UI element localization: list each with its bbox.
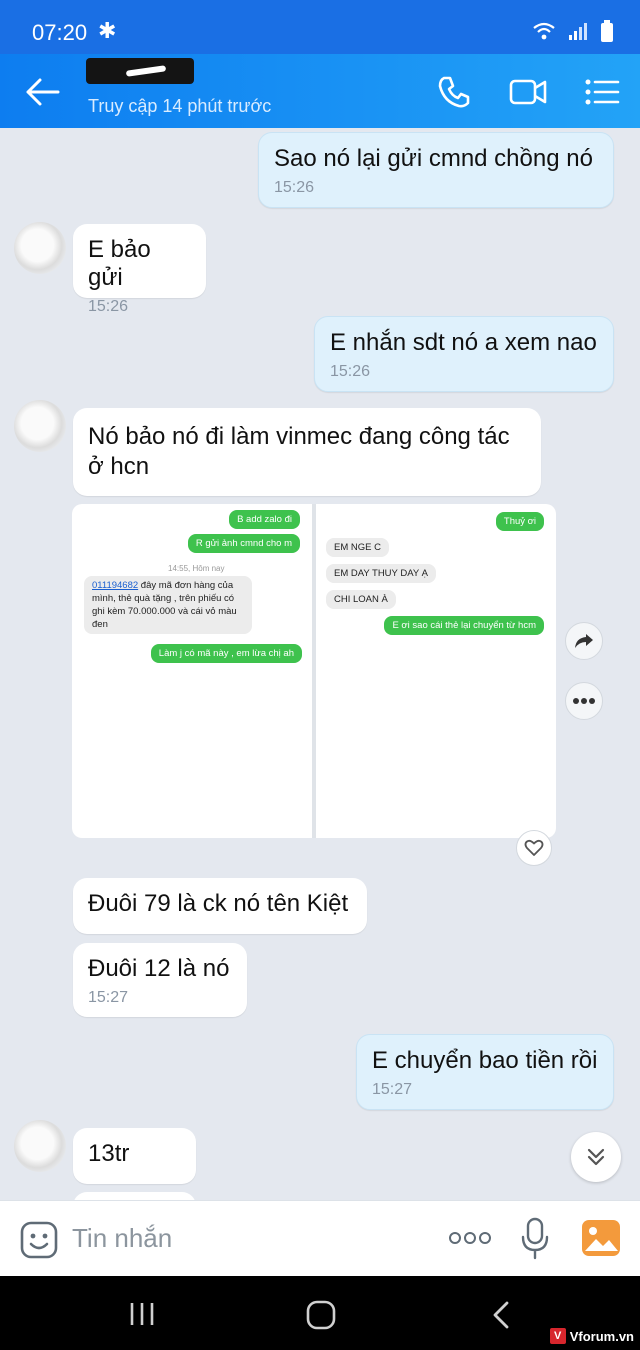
microphone-icon[interactable]: [520, 1217, 550, 1261]
contact-avatar[interactable]: [14, 400, 66, 452]
image-gallery-icon[interactable]: [581, 1219, 621, 1257]
message-text: E nhắn sdt nó a xem nao: [330, 329, 597, 356]
chat-header: Truy cập 14 phút trước: [0, 54, 640, 128]
message-outgoing[interactable]: E chuyển bao tiền rồi 15:27: [356, 1034, 614, 1110]
home-icon[interactable]: [306, 1300, 336, 1330]
more-options-button[interactable]: [565, 682, 603, 720]
vforum-logo-icon: V: [549, 1328, 566, 1344]
react-heart-button[interactable]: [516, 830, 552, 866]
chat-text: CHI LOAN À: [326, 590, 396, 609]
message-time: 15:26: [330, 363, 371, 380]
status-time: 07:20: [32, 20, 88, 45]
chat-messages[interactable]: Sao nó lại gửi cmnd chồng nó 15:26 E bảo…: [0, 128, 640, 1200]
chat-text: EM NGE C: [326, 538, 389, 557]
contact-avatar[interactable]: [14, 222, 66, 274]
photo-attachment[interactable]: B add zalo đi R gửi ảnh cmnd cho m 14:55…: [72, 504, 556, 838]
screenshot-image-right[interactable]: Thuỷ ơi EM NGE C EM DAY THUY DAY Ạ CHI L…: [316, 504, 556, 838]
signal-icon: [569, 23, 587, 40]
share-arrow-icon: [575, 634, 593, 648]
battery-icon: [601, 20, 613, 42]
message-incoming[interactable]: Đuôi 12 là nó 15:27: [73, 943, 247, 1017]
message-text: Đuôi 12 là nó: [88, 955, 230, 982]
message-time: 15:27: [88, 989, 129, 1006]
message-time: 15:26: [88, 298, 129, 315]
chat-text: Thuỷ ơi: [495, 512, 544, 531]
ellipsis-icon: [573, 698, 595, 704]
message-text: 13tr: [88, 1140, 130, 1167]
message-time: 15:26: [274, 179, 315, 196]
recent-apps-icon[interactable]: [128, 1300, 156, 1328]
message-incoming[interactable]: E bảo gửi 15:26: [73, 224, 206, 315]
chat-text: 011194682 đây mã đơn hàng của mình, thẻ …: [84, 576, 252, 634]
phone-call-icon[interactable]: [434, 72, 474, 112]
message-outgoing[interactable]: E nhắn sdt nó a xem nao 15:26: [314, 316, 614, 392]
message-input[interactable]: Tin nhắn: [72, 1223, 172, 1254]
watermark: V Vforum.vn: [549, 1328, 634, 1344]
more-actions-icon[interactable]: [448, 1231, 492, 1245]
message-incoming[interactable]: 13tr: [73, 1128, 196, 1184]
order-link: 011194682: [92, 580, 139, 591]
screenshot-image-left[interactable]: B add zalo đi R gửi ảnh cmnd cho m 14:55…: [72, 504, 312, 838]
chat-text: B add zalo đi: [229, 510, 300, 529]
system-navigation-bar: V Vforum.vn: [0, 1276, 640, 1350]
watermark-text: Vforum.vn: [569, 1328, 634, 1344]
message-text: E bảo gửi: [88, 236, 151, 291]
chat-text: Làm j có mã này , em lừa chị ah: [150, 644, 302, 663]
back-nav-icon[interactable]: [490, 1300, 512, 1330]
heart-icon: [524, 839, 544, 856]
back-arrow-icon[interactable]: [22, 74, 62, 110]
chat-text: E ơi sao cái thẻ lại chuyển từ hcm: [384, 616, 544, 635]
wifi-icon: [533, 22, 555, 40]
last-seen-status: Truy cập 14 phút trước: [88, 96, 272, 116]
chat-text: EM DAY THUY DAY Ạ: [326, 564, 436, 583]
contact-avatar[interactable]: [14, 1120, 66, 1172]
message-text: Nó bảo nó đi làm vinmec đang công tác ở …: [88, 423, 510, 480]
contact-name-redacted[interactable]: [86, 58, 194, 84]
chat-date: 14:55, Hôm nay: [168, 564, 225, 573]
message-outgoing[interactable]: Sao nó lại gửi cmnd chồng nó 15:26: [258, 132, 614, 208]
message-text: Đuôi 79 là ck nó tên Kiệt: [88, 890, 349, 917]
message-time: 15:27: [372, 1081, 413, 1098]
message-incoming[interactable]: Đuôi 79 là ck nó tên Kiệt: [73, 878, 367, 934]
message-incoming[interactable]: Nó bảo nó đi làm vinmec đang công tác ở …: [73, 408, 541, 496]
forward-button[interactable]: [565, 622, 603, 660]
video-call-icon[interactable]: [508, 72, 548, 112]
message-incoming-partial[interactable]: [73, 1192, 196, 1200]
double-chevron-down-icon: [587, 1148, 605, 1166]
emoji-sticker-icon[interactable]: [20, 1221, 58, 1259]
message-text: E chuyển bao tiền rồi: [372, 1047, 598, 1074]
chat-text: R gửi ảnh cmnd cho m: [187, 534, 300, 553]
message-input-bar: Tin nhắn: [0, 1200, 640, 1276]
menu-list-icon[interactable]: [582, 72, 622, 112]
status-icons: [532, 20, 614, 42]
scroll-to-bottom-button[interactable]: [571, 1132, 621, 1182]
message-text: Sao nó lại gửi cmnd chồng nó: [274, 145, 593, 172]
status-bar: 07:20 ✱: [0, 0, 640, 54]
settings-gear-icon: ✱: [98, 18, 117, 43]
